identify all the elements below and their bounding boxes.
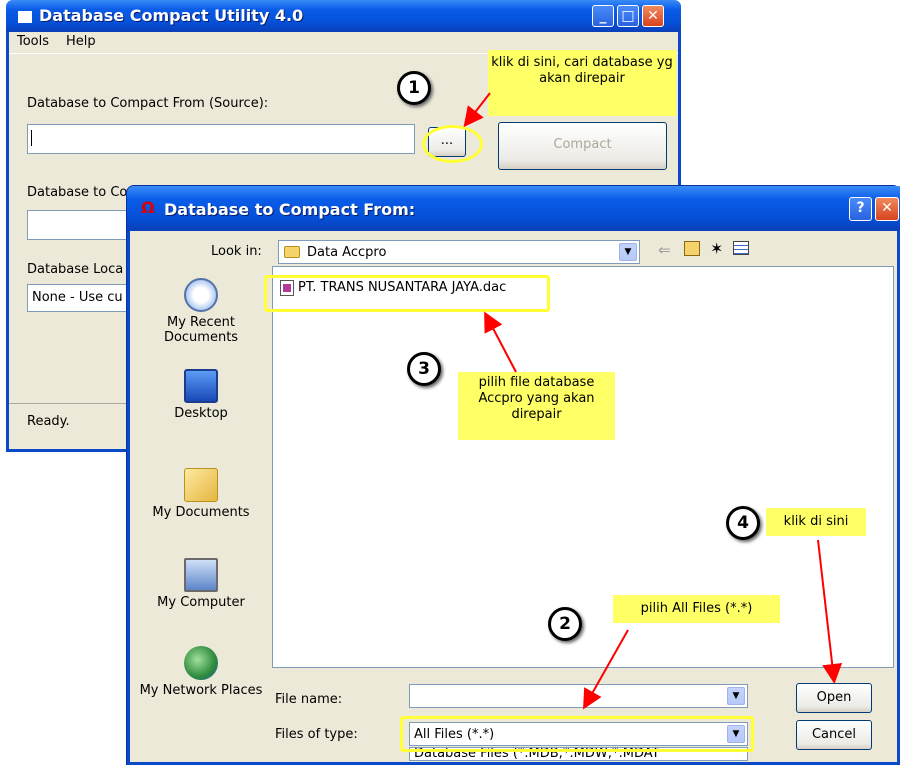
arrow-1 (463, 92, 491, 128)
arrow-2 (583, 629, 629, 710)
arrow-3 (484, 311, 517, 373)
arrow-4 (817, 539, 843, 684)
annotation-arrows (463, 92, 843, 710)
